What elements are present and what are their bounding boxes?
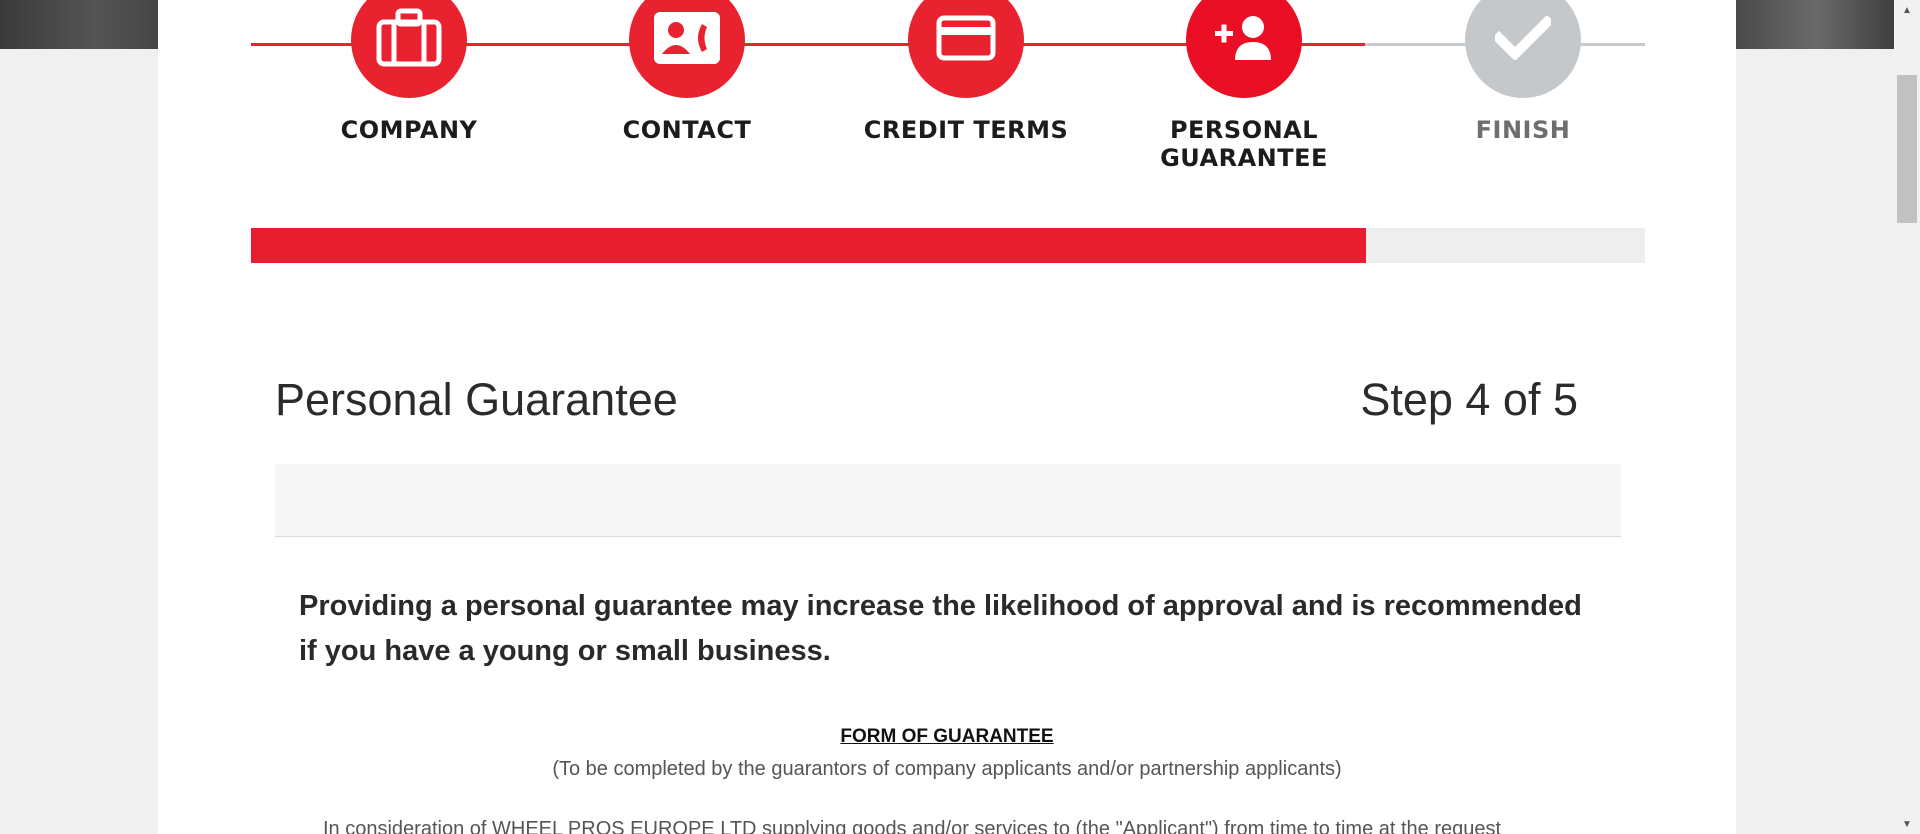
briefcase-icon	[376, 8, 442, 73]
info-panel	[275, 464, 1621, 537]
step-credit-terms-label: CREDIT TERMS	[863, 116, 1069, 144]
background-image-left	[0, 0, 160, 49]
form-subtitle: (To be completed by the guarantors of co…	[552, 758, 1342, 780]
scroll-up-arrow-icon[interactable]: ▲	[1894, 0, 1920, 20]
credit-card-icon	[936, 15, 996, 66]
page-scrollbar[interactable]: ▲ ▼	[1894, 0, 1920, 834]
step-finish-circle	[1465, 0, 1581, 98]
step-company-label: COMPANY	[340, 116, 478, 144]
step-contact-label: CONTACT	[622, 116, 752, 144]
step-contact-circle	[629, 0, 745, 98]
page-title: Personal Guarantee	[275, 374, 678, 425]
progress-bar	[251, 228, 1645, 263]
step-credit-terms-circle	[908, 0, 1024, 98]
contact-card-icon	[654, 11, 720, 69]
step-personal-guarantee-circle	[1186, 0, 1302, 98]
scrollbar-thumb[interactable]	[1897, 75, 1917, 223]
background-image-right	[1736, 0, 1896, 49]
progress-stepper: COMPANY CONTACT CREDIT TERMS PERSONAL GU…	[158, 0, 1736, 172]
guarantee-body-text: In consideration of WHEEL PROS EUROPE LT…	[323, 818, 1502, 834]
step-personal-guarantee-label: PERSONAL GUARANTEE	[1160, 116, 1328, 172]
scroll-down-arrow-icon[interactable]: ▼	[1894, 814, 1920, 834]
guarantee-intro-text: Providing a personal guarantee may incre…	[299, 590, 1582, 667]
step-company-circle	[351, 0, 467, 98]
application-card: COMPANY CONTACT CREDIT TERMS PERSONAL GU…	[158, 0, 1736, 834]
progress-bar-fill	[251, 228, 1367, 263]
step-counter: Step 4 of 5	[1360, 374, 1578, 425]
add-person-icon	[1213, 14, 1275, 67]
checkmark-icon	[1491, 14, 1555, 65]
form-title: FORM OF GUARANTEE	[840, 726, 1054, 747]
step-finish-label: FINISH	[1475, 116, 1571, 144]
